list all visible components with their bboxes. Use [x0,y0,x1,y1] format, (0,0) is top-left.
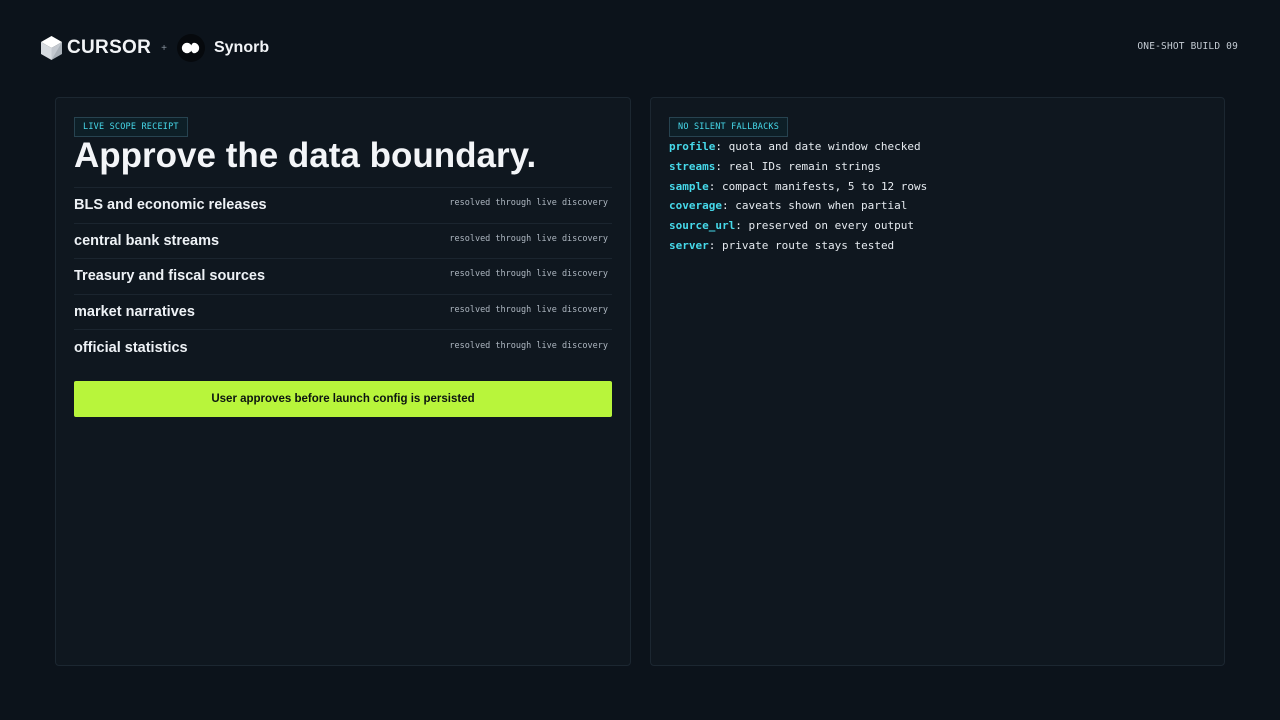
guarantee-value: private route stays tested [715,238,895,252]
scope-status: resolved through live discovery [449,340,608,351]
guarantee-value: compact manifests, 5 to 12 rows [715,179,928,193]
scope-name: Treasury and fiscal sources [74,268,266,285]
guarantee-key: sample [669,179,709,193]
scope-name: official statistics [74,339,188,356]
guarantee-value: preserved on every output [741,219,915,233]
scope-status: resolved through live discovery [449,269,608,280]
guarantee-item: source_url: preserved on every output [669,219,915,233]
scope-row: official statistics resolved through liv… [74,329,612,365]
cursor-logo: CURSOR [40,35,151,61]
guarantee-key: streams [669,159,716,173]
scope-status: resolved through live discovery [449,305,608,316]
scope-status: resolved through live discovery [449,198,608,209]
scope-row: market narratives resolved through live … [74,293,612,330]
scope-row: Treasury and fiscal sources resolved thr… [74,258,612,294]
live-scope-receipt-tag: LIVE SCOPE RECEIPT [74,117,188,137]
no-silent-fallbacks-tag: NO SILENT FALLBACKS [669,117,789,137]
cursor-brand-name: CURSOR [67,37,152,58]
build-label: ONE-SHOT BUILD 09 [1137,41,1238,52]
page-title: Approve the data boundary. [74,136,537,175]
scope-status: resolved through live discovery [449,233,608,244]
guarantee-value: real IDs remain strings [721,159,881,173]
scope-row: central bank streams resolved through li… [74,222,612,259]
scope-receipt-panel: LIVE SCOPE RECEIPT Approve the data boun… [55,97,631,666]
page: CURSOR + Synorb ONE-SHOT BUILD 09 LIVE S… [0,0,1280,720]
guarantee-key: server [669,238,709,252]
guarantee-key: profile [669,140,716,153]
scope-name: market narratives [74,304,195,321]
guarantee-item: server: private route stays tested [669,238,895,252]
scope-list: BLS and economic releases resolved throu… [74,187,612,365]
approve-button[interactable]: User approves before launch config is pe… [74,381,612,417]
guarantee-item: coverage: caveats shown when partial [669,199,908,213]
guarantee-item: sample: compact manifests, 5 to 12 rows [669,179,928,193]
guarantee-value: caveats shown when partial [728,199,908,213]
scope-name: central bank streams [74,232,220,249]
brand-header: CURSOR + Synorb [40,34,269,62]
plus-separator: + [161,42,167,54]
synorb-orb-icon [176,34,205,62]
cube-logo-icon [40,35,63,61]
guarantee-item: streams: real IDs remain strings [669,159,881,173]
synorb-brand-name: Synorb [213,39,270,56]
scope-name: BLS and economic releases [74,197,267,214]
guarantee-list: profile: quota and date window checked s… [669,137,927,256]
scope-row: BLS and economic releases resolved throu… [74,187,612,223]
guarantee-key: source_url [669,219,736,233]
guarantee-value: quota and date window checked [721,140,921,153]
guarantee-key: coverage [669,199,722,213]
guarantee-item: profile: quota and date window checked [669,140,921,153]
no-silent-fallbacks-panel: NO SILENT FALLBACKS profile: quota and d… [650,97,1225,666]
